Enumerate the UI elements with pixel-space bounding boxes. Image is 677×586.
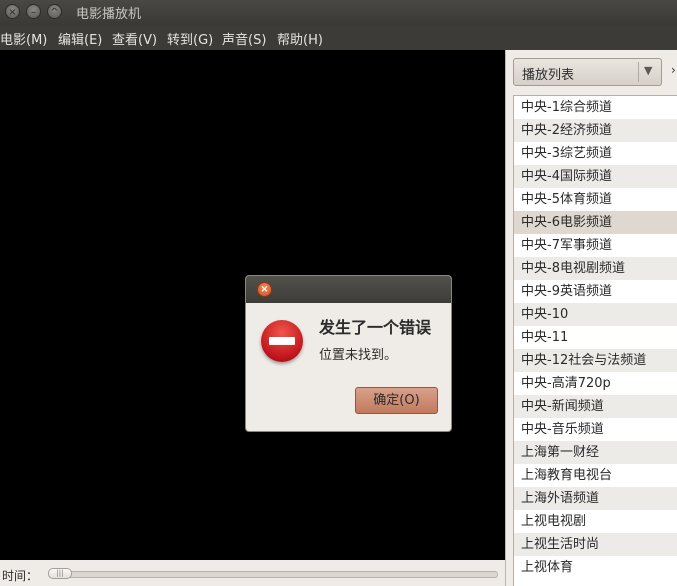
sidebar-select[interactable]: 播放列表 ▼ — [513, 58, 662, 86]
bottom-bar: 时间： ||| — [0, 560, 505, 586]
playlist-item[interactable]: 中央-5体育频道 — [514, 188, 677, 211]
menu-help[interactable]: 帮助(H) — [277, 29, 323, 48]
menu-go[interactable]: 转到(G) — [167, 29, 213, 48]
dialog-title-bar: × — [246, 276, 451, 303]
sidebar: 播放列表 ▼ › 中央-1综合频道 中央-2经济频道 中央-3综艺频道 中央-4国际频… — [505, 50, 677, 586]
playlist-item[interactable]: 中央-音乐频道 — [514, 418, 677, 441]
sidebar-select-label: 播放列表 — [522, 68, 575, 83]
menu-sound[interactable]: 声音(S) — [222, 29, 266, 48]
menu-view[interactable]: 查看(V) — [112, 29, 157, 48]
ok-button[interactable]: 确定(O) — [355, 387, 438, 414]
playlist-item[interactable]: 中央-7军事频道 — [514, 234, 677, 257]
minimize-icon: – — [31, 7, 36, 18]
grip-icon: ||| — [56, 569, 64, 577]
dialog-heading: 发生了一个错误 — [319, 318, 432, 337]
dialog-close-button[interactable]: × — [257, 282, 272, 297]
menu-bar: 电影(M) 编辑(E) 查看(V) 转到(G) 声音(S) 帮助(H) — [0, 25, 677, 50]
dialog-message: 位置未找到。 — [319, 348, 398, 363]
playlist-item[interactable]: 上视电视剧 — [514, 510, 677, 533]
error-dialog: × 发生了一个错误 位置未找到。 确定(O) — [245, 275, 452, 432]
maximize-icon: ^ — [50, 7, 59, 18]
playlist-item[interactable]: 中央-高清720p — [514, 372, 677, 395]
seek-handle[interactable]: ||| — [48, 568, 72, 579]
playlist-item[interactable]: 中央-8电视剧频道 — [514, 257, 677, 280]
playlist-item[interactable]: 中央-新闻频道 — [514, 395, 677, 418]
playlist-item[interactable]: 上海外语频道 — [514, 487, 677, 510]
menu-edit[interactable]: 编辑(E) — [58, 29, 102, 48]
window-title: 电影播放机 — [76, 7, 142, 22]
playlist-item[interactable]: 上海第一财经 — [514, 441, 677, 464]
close-window-button[interactable]: × — [5, 4, 20, 19]
playlist-item[interactable]: 中央-4国际频道 — [514, 165, 677, 188]
menu-movie[interactable]: 电影(M) — [0, 29, 47, 48]
minimize-window-button[interactable]: – — [26, 4, 41, 19]
seek-bar[interactable] — [50, 571, 498, 578]
playlist-item[interactable]: 上视体育 — [514, 556, 677, 579]
chevron-right-icon[interactable]: › — [671, 63, 676, 77]
playlist-item[interactable]: 中央-12社会与法频道 — [514, 349, 677, 372]
playlist-item[interactable]: 中央-9英语频道 — [514, 280, 677, 303]
playlist-item[interactable]: 中央-3综艺频道 — [514, 142, 677, 165]
playlist-item[interactable]: 中央-2经济频道 — [514, 119, 677, 142]
playlist: 中央-1综合频道 中央-2经济频道 中央-3综艺频道 中央-4国际频道 中央-5体育频道… — [513, 95, 677, 586]
playlist-item[interactable]: 中央-1综合频道 — [514, 96, 677, 119]
playlist-item[interactable]: 上海教育电视台 — [514, 464, 677, 487]
error-icon — [261, 320, 303, 362]
playlist-item[interactable]: 上视生活时尚 — [514, 533, 677, 556]
close-icon: × — [260, 284, 269, 295]
playlist-item[interactable]: 中央-10 — [514, 303, 677, 326]
maximize-window-button[interactable]: ^ — [47, 4, 62, 19]
title-bar: × – ^ 电影播放机 — [0, 0, 677, 25]
close-icon: × — [8, 7, 17, 18]
combo-divider — [638, 62, 639, 82]
playlist-item[interactable]: 中央-6电影频道 — [514, 211, 677, 234]
playlist-item[interactable]: 中央-11 — [514, 326, 677, 349]
time-label: 时间： — [2, 569, 39, 583]
chevron-down-icon: ▼ — [644, 64, 653, 77]
